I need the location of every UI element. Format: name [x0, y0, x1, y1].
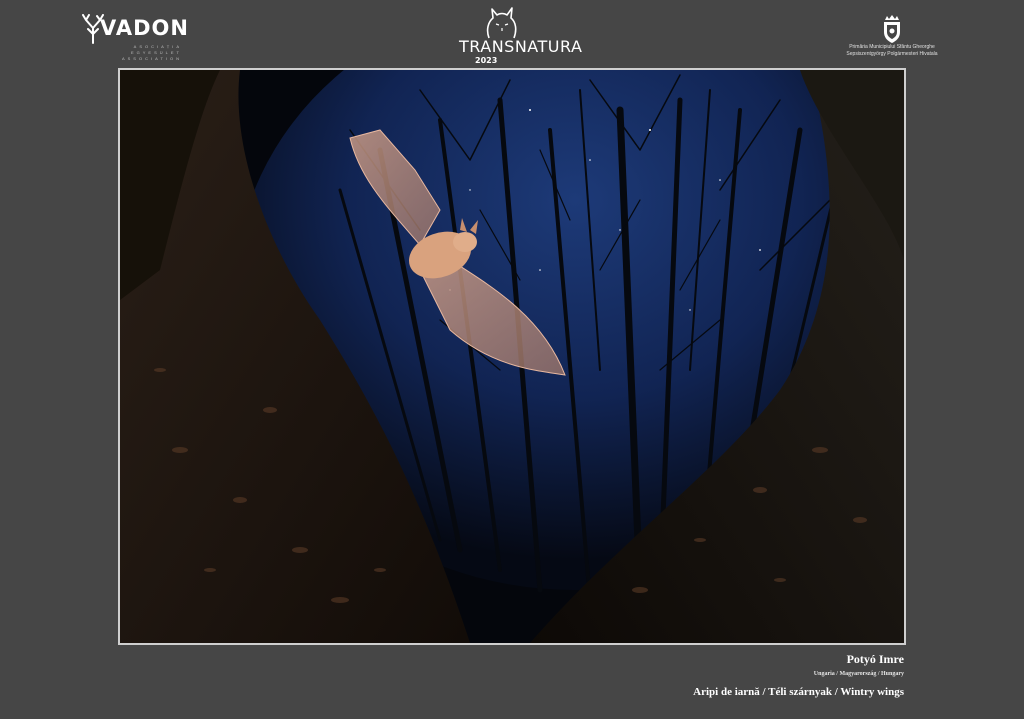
photo-title: Aripi de iarnă / Téli szárnyak / Wintry … [693, 686, 904, 698]
bat-photo [120, 70, 904, 643]
photo-author: Potyó Imre [846, 652, 904, 666]
vadon-wordmark: VADON [100, 16, 189, 40]
transnatura-year: 2023 [475, 56, 498, 65]
municipality-line-2: Sepsiszentgyörgy Polgármesteri Hivatala [846, 51, 938, 57]
photo-country: Ungaria / Magyarország / Hungary [813, 671, 904, 677]
transnatura-logo: TRANSNATURA 2023 [455, 4, 582, 68]
municipality-logo: Primăria Municipiului Sfântu Gheorghe Se… [836, 14, 948, 66]
vadon-logo: VADON ASOCIAȚIA EGYESÜLET ASSOCIATION [80, 14, 190, 66]
coat-of-arms-icon [884, 15, 900, 43]
vadon-subtitle: ASOCIAȚIA EGYESÜLET ASSOCIATION [92, 44, 182, 62]
lynx-icon [486, 7, 517, 39]
photo-frame [118, 68, 906, 645]
vadon-sub-2: EGYESÜLET [130, 50, 182, 55]
transnatura-wordmark: TRANSNATURA [459, 37, 583, 56]
municipality-line-1: Primăria Municipiului Sfântu Gheorghe [849, 44, 935, 50]
vadon-sub-1: ASOCIAȚIA [133, 44, 182, 49]
vadon-sub-3: ASSOCIATION [121, 56, 182, 61]
